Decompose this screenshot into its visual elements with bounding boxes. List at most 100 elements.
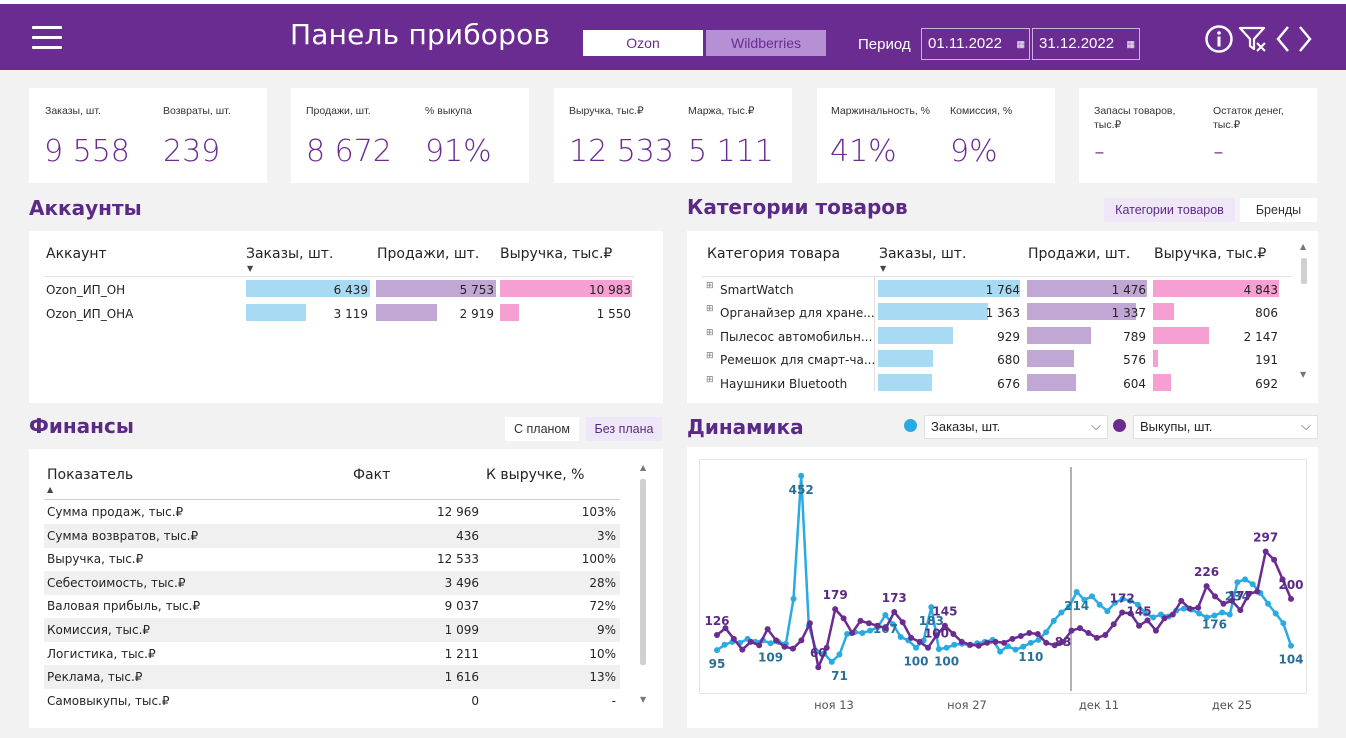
sort-asc-icon[interactable]: ▲	[47, 485, 53, 494]
data-point[interactable]	[1027, 639, 1034, 646]
marketplace-wildberries-button[interactable]: Wildberries	[706, 30, 826, 56]
data-point[interactable]	[1254, 588, 1261, 595]
accounts-col-revenue[interactable]: Выручка, тыс.₽	[500, 246, 612, 262]
expand-icon[interactable]: ⊞	[706, 351, 714, 361]
data-point[interactable]	[1136, 622, 1143, 629]
scrollbar-thumb[interactable]	[640, 479, 646, 665]
categories-col-revenue[interactable]: Выручка, тыс.₽	[1154, 246, 1266, 262]
data-point[interactable]	[997, 648, 1004, 655]
data-point[interactable]	[1093, 634, 1100, 641]
data-point[interactable]	[1186, 605, 1193, 612]
data-point[interactable]	[908, 634, 915, 641]
data-point[interactable]	[756, 642, 763, 649]
data-point[interactable]	[730, 635, 737, 642]
data-point[interactable]	[1001, 639, 1007, 646]
data-point[interactable]	[891, 609, 898, 616]
data-point[interactable]	[1017, 632, 1024, 639]
data-point[interactable]	[899, 619, 906, 626]
finance-col-indicator[interactable]: Показатель	[47, 467, 133, 483]
expand-icon[interactable]: ⊞	[706, 304, 714, 314]
data-point[interactable]	[943, 644, 950, 651]
data-point[interactable]	[1234, 579, 1241, 586]
data-point[interactable]	[916, 638, 923, 645]
data-point[interactable]	[958, 638, 965, 645]
data-point[interactable]	[798, 637, 805, 644]
data-point[interactable]	[1096, 601, 1103, 608]
categories-col-sales[interactable]: Продажи, шт.	[1028, 246, 1130, 262]
data-point[interactable]	[1050, 617, 1057, 624]
data-point[interactable]	[1203, 583, 1210, 590]
data-point[interactable]	[781, 643, 788, 650]
data-point[interactable]	[1119, 609, 1126, 616]
data-point[interactable]	[975, 642, 982, 649]
data-point[interactable]	[844, 631, 851, 638]
menu-icon[interactable]	[32, 24, 62, 52]
sort-desc-icon[interactable]: ▼	[247, 264, 253, 273]
data-point[interactable]	[1195, 604, 1202, 611]
data-point[interactable]	[764, 626, 771, 633]
data-point[interactable]	[935, 646, 942, 653]
data-point[interactable]	[1249, 581, 1256, 588]
categories-col-orders[interactable]: Заказы, шт.	[879, 246, 966, 262]
data-point[interactable]	[790, 595, 797, 602]
data-point[interactable]	[1196, 610, 1203, 617]
data-point[interactable]	[1009, 635, 1016, 642]
accounts-col-orders[interactable]: Заказы, шт.	[246, 246, 333, 262]
data-point[interactable]	[806, 620, 813, 627]
data-point[interactable]	[912, 644, 919, 651]
data-point[interactable]	[714, 632, 720, 638]
tab-with-plan[interactable]: С планом	[505, 417, 579, 441]
category-name[interactable]: Ремешок для смарт-ча...	[720, 353, 875, 367]
data-point[interactable]	[874, 622, 881, 629]
data-point[interactable]	[984, 639, 991, 646]
scroll-down-icon[interactable]: ▼	[640, 695, 646, 704]
finance-col-fact[interactable]: Факт	[353, 467, 390, 483]
data-point[interactable]	[882, 611, 889, 618]
accounts-col-account[interactable]: Аккаунт	[46, 246, 107, 262]
expand-icon[interactable]: ⊞	[706, 328, 714, 338]
data-point[interactable]	[1265, 600, 1272, 607]
data-point[interactable]	[992, 638, 999, 645]
data-point[interactable]	[1219, 609, 1226, 616]
account-name[interactable]: Ozon_ИП_ОНА	[46, 307, 133, 321]
data-point[interactable]	[1288, 642, 1294, 649]
data-point[interactable]	[840, 615, 847, 622]
data-point[interactable]	[1043, 639, 1050, 646]
data-point[interactable]	[1089, 593, 1096, 600]
data-point[interactable]	[1102, 632, 1109, 638]
data-point[interactable]	[836, 651, 843, 658]
accounts-col-sales[interactable]: Продажи, шт.	[377, 246, 479, 262]
category-name[interactable]: Пылесос автомобильн...	[720, 330, 872, 344]
data-point[interactable]	[773, 637, 780, 644]
data-point[interactable]	[1020, 643, 1027, 650]
data-point[interactable]	[1262, 548, 1269, 555]
data-point[interactable]	[1178, 597, 1185, 604]
data-point[interactable]	[849, 630, 856, 637]
sort-desc-icon[interactable]: ▼	[880, 264, 886, 273]
scroll-down-icon[interactable]: ▼	[1300, 370, 1306, 379]
data-point[interactable]	[1110, 621, 1117, 628]
data-point[interactable]	[1026, 630, 1033, 637]
data-point[interactable]	[857, 617, 864, 624]
data-point[interactable]	[925, 644, 932, 651]
scroll-up-icon[interactable]: ▲	[640, 463, 646, 472]
tab-without-plan[interactable]: Без плана	[586, 417, 662, 441]
info-icon[interactable]	[1204, 24, 1234, 54]
data-point[interactable]	[967, 641, 974, 648]
data-point[interactable]	[815, 664, 822, 671]
categories-col-category[interactable]: Категория товара	[707, 246, 840, 262]
data-point[interactable]	[1288, 595, 1294, 602]
category-name[interactable]: Органайзер для хране...	[720, 306, 875, 320]
data-point[interactable]	[897, 633, 904, 640]
dynamics-chart[interactable]: ноя 13ноя 27дек 11дек 259545271109167100…	[699, 459, 1307, 718]
data-point[interactable]	[1212, 593, 1219, 600]
data-point[interactable]	[1104, 608, 1111, 615]
scroll-up-icon[interactable]: ▲	[1300, 242, 1306, 251]
data-point[interactable]	[828, 658, 835, 665]
data-point[interactable]	[1043, 629, 1050, 636]
data-point[interactable]	[747, 638, 754, 645]
data-point[interactable]	[950, 631, 957, 638]
finance-col-pct[interactable]: К выручке, %	[486, 467, 584, 483]
chevron-right-icon[interactable]	[1296, 24, 1314, 54]
chevron-left-icon[interactable]	[1274, 24, 1292, 54]
